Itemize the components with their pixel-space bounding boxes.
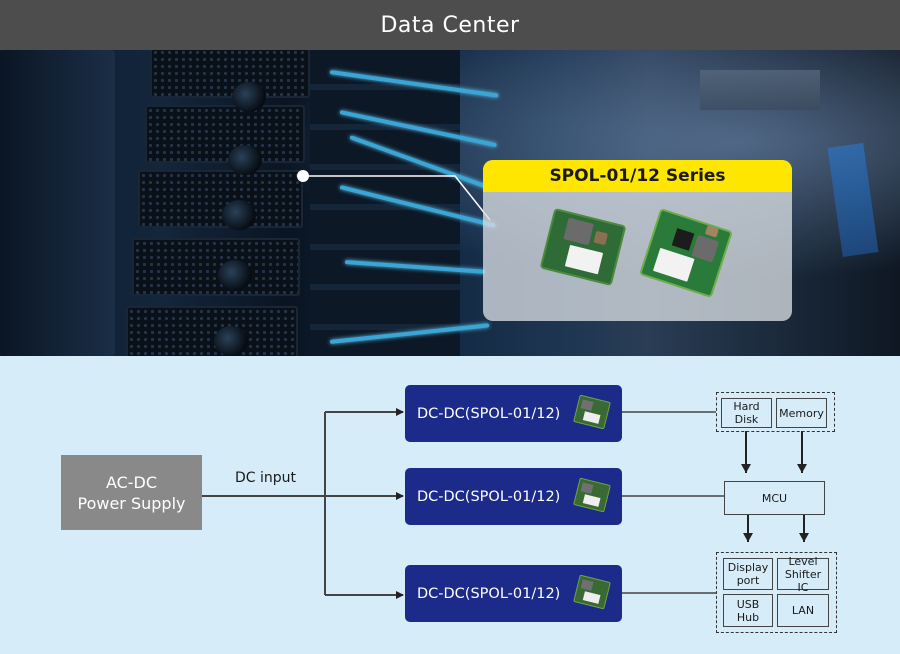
spol-module-a-image xyxy=(539,207,627,287)
ic-chip xyxy=(671,228,695,251)
product-callout-card: SPOL-01/12 Series xyxy=(483,160,792,321)
inductor xyxy=(563,217,594,246)
usb-hub-block: USB Hub xyxy=(723,594,773,627)
callout-marker xyxy=(297,170,309,182)
acdc-label: AC-DC Power Supply xyxy=(77,472,186,513)
spol-module-icon xyxy=(573,394,611,430)
hard-disk-block: Hard Disk xyxy=(721,398,772,428)
spol-module-icon xyxy=(573,477,611,513)
dcdc-label: DC-DC(SPOL-01/12) xyxy=(417,488,561,505)
mcu-block: MCU xyxy=(724,481,825,515)
inductor xyxy=(691,234,720,263)
spol-module-icon xyxy=(573,574,611,610)
spol-module-b-image xyxy=(639,207,733,299)
dcdc-converter-block: DC-DC(SPOL-01/12) xyxy=(405,385,622,442)
module-label xyxy=(564,244,604,275)
dcdc-converter-block: DC-DC(SPOL-01/12) xyxy=(405,468,622,525)
server-rack-photo: SPOL-01/12 Series xyxy=(0,50,900,356)
product-card-header: SPOL-01/12 Series xyxy=(483,160,792,192)
page-title: Data Center xyxy=(380,12,520,38)
dcdc-converter-block: DC-DC(SPOL-01/12) xyxy=(405,565,622,622)
power-architecture-diagram: AC-DC Power Supply DC input DC-DC(SPOL-0… xyxy=(0,356,900,654)
memory-block: Memory xyxy=(776,398,827,428)
lan-block: LAN xyxy=(777,594,829,627)
display-port-block: Display port xyxy=(723,558,773,590)
capacitor xyxy=(704,225,720,238)
dcdc-label: DC-DC(SPOL-01/12) xyxy=(417,405,561,422)
level-shifter-block: Level Shifter IC xyxy=(777,555,829,594)
product-series-title: SPOL-01/12 Series xyxy=(549,166,726,186)
capacitor xyxy=(593,230,608,246)
dcdc-label: DC-DC(SPOL-01/12) xyxy=(417,585,561,602)
module-label xyxy=(652,247,695,282)
header-bar: Data Center xyxy=(0,0,900,50)
acdc-power-supply-block: AC-DC Power Supply xyxy=(61,455,202,530)
dc-input-label: DC input xyxy=(235,470,297,486)
